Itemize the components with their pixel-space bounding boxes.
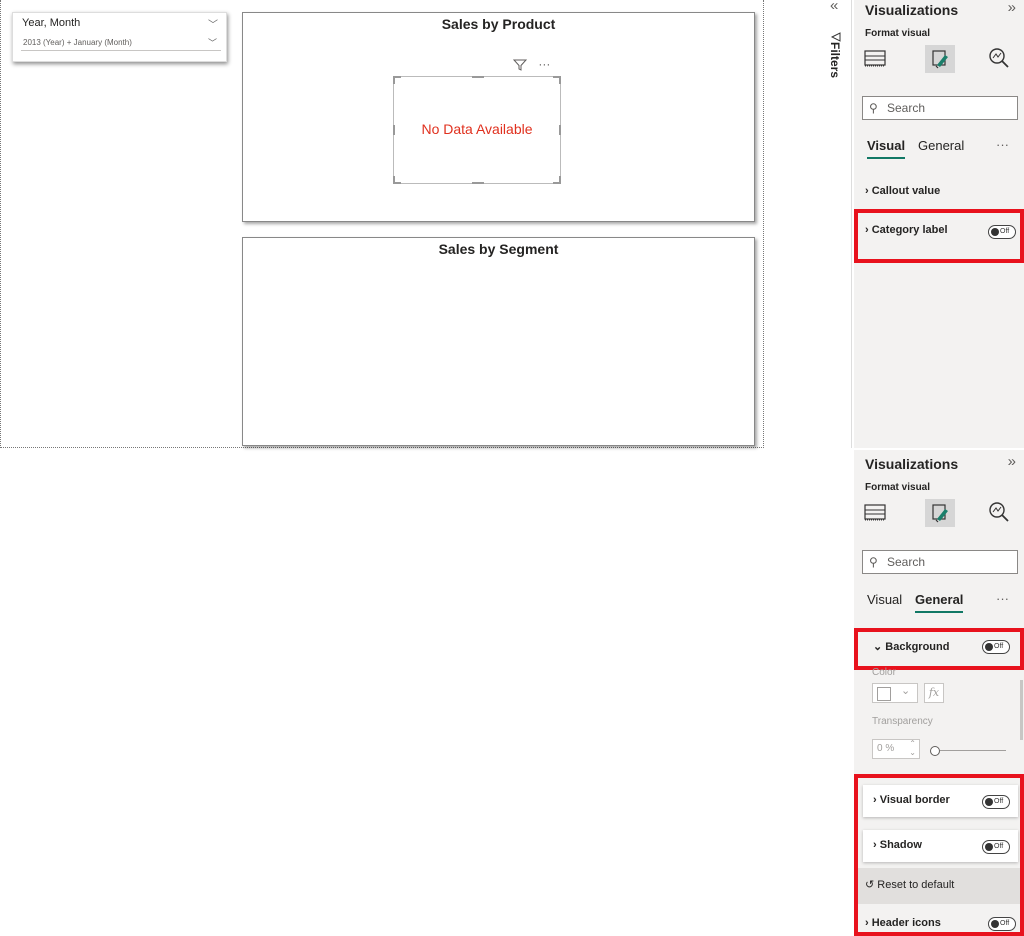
- highlight-box: [854, 628, 1024, 670]
- transparency-label: Transparency: [872, 716, 933, 727]
- color-label: Color: [872, 667, 896, 678]
- chevron-down-icon: ⌄: [901, 685, 911, 697]
- format-visual-label: Format visual: [865, 28, 931, 39]
- resize-handle[interactable]: [393, 176, 395, 184]
- analytics-icon[interactable]: [986, 499, 1016, 527]
- callout-value-section[interactable]: › Callout value: [865, 185, 940, 197]
- more-options-icon[interactable]: ···: [996, 137, 1009, 152]
- chart-placeholder[interactable]: No Data Available: [393, 76, 561, 184]
- resize-handle[interactable]: [559, 76, 561, 84]
- more-options-icon[interactable]: ···: [538, 57, 550, 71]
- resize-handle[interactable]: [472, 182, 484, 184]
- slicer-value: 2013 (Year) + January (Month): [23, 38, 132, 47]
- search-input[interactable]: ⚲ Search: [862, 550, 1018, 574]
- visual-title: Sales by Segment: [438, 241, 559, 257]
- resize-handle[interactable]: [472, 76, 484, 78]
- transparency-slider-track[interactable]: [940, 750, 1006, 751]
- scrollbar[interactable]: [1020, 680, 1023, 740]
- pane-title: Visualizations: [865, 2, 959, 18]
- sales-by-product-visual[interactable]: Sales by Product ··· No Data Available: [242, 12, 755, 222]
- chevron-down-icon[interactable]: ﹀: [208, 16, 218, 31]
- fx-icon[interactable]: fx: [924, 683, 944, 703]
- tab-general[interactable]: General: [915, 592, 964, 613]
- highlight-box: [854, 209, 1024, 263]
- expand-icon[interactable]: »: [1008, 453, 1016, 470]
- tab-visual[interactable]: Visual: [867, 592, 902, 607]
- search-placeholder: Search: [887, 555, 926, 569]
- tab-visual[interactable]: Visual: [867, 138, 906, 159]
- build-visual-icon[interactable]: [862, 499, 892, 527]
- visualizations-pane: Visualizations » Format visual ⚲ Search …: [854, 0, 1024, 448]
- highlight-box: [854, 774, 1024, 936]
- chevron-down-icon[interactable]: ﹀: [208, 35, 217, 51]
- visualizations-pane-general: Visualizations » Format visual ⚲ Search …: [854, 450, 1024, 936]
- no-data-message: No Data Available: [421, 121, 533, 137]
- filters-label[interactable]: Filters: [828, 42, 842, 78]
- search-icon: ⚲: [869, 101, 878, 115]
- pane-title: Visualizations: [865, 456, 959, 472]
- filters-pane-collapsed[interactable]: « Filters: [822, 0, 852, 448]
- tab-general[interactable]: General: [918, 138, 964, 153]
- resize-handle[interactable]: [559, 125, 561, 135]
- more-options-icon[interactable]: ···: [996, 591, 1009, 606]
- color-swatch: [877, 687, 891, 701]
- resize-handle[interactable]: [393, 125, 395, 135]
- collapse-left-icon[interactable]: «: [830, 0, 838, 14]
- resize-handle[interactable]: [393, 76, 395, 84]
- analytics-icon[interactable]: [986, 45, 1016, 73]
- format-visual-icon[interactable]: [925, 499, 955, 527]
- sales-by-segment-visual[interactable]: Sales by Segment: [242, 237, 755, 446]
- section-label: Callout value: [871, 185, 941, 197]
- visual-title: Sales by Product: [441, 16, 556, 32]
- year-month-slicer[interactable]: Year, Month ﹀ 2013 (Year) + January (Mon…: [12, 12, 227, 62]
- visual-header-icons: ···: [512, 57, 550, 71]
- transparency-input[interactable]: 0 % ⌃ ⌄: [872, 739, 920, 759]
- build-visual-icon[interactable]: [862, 45, 892, 73]
- color-picker[interactable]: ⌄: [872, 683, 918, 703]
- filter-icon[interactable]: [512, 59, 528, 71]
- resize-handle[interactable]: [559, 176, 561, 184]
- search-input[interactable]: ⚲ Search: [862, 96, 1018, 120]
- spinner-icon[interactable]: ⌃ ⌄: [909, 739, 916, 757]
- transparency-slider-thumb[interactable]: [930, 746, 940, 756]
- slicer-dropdown[interactable]: 2013 (Year) + January (Month) ﹀: [21, 35, 221, 51]
- slicer-header: Year, Month: [22, 17, 81, 29]
- search-icon: ⚲: [869, 555, 878, 569]
- transparency-value: 0 %: [877, 743, 895, 754]
- format-visual-label: Format visual: [865, 482, 931, 493]
- chevron-right-icon: ›: [865, 185, 869, 197]
- format-visual-icon[interactable]: [925, 45, 955, 73]
- search-placeholder: Search: [887, 101, 926, 115]
- expand-icon[interactable]: »: [1008, 0, 1016, 16]
- filter-icon: [831, 32, 841, 42]
